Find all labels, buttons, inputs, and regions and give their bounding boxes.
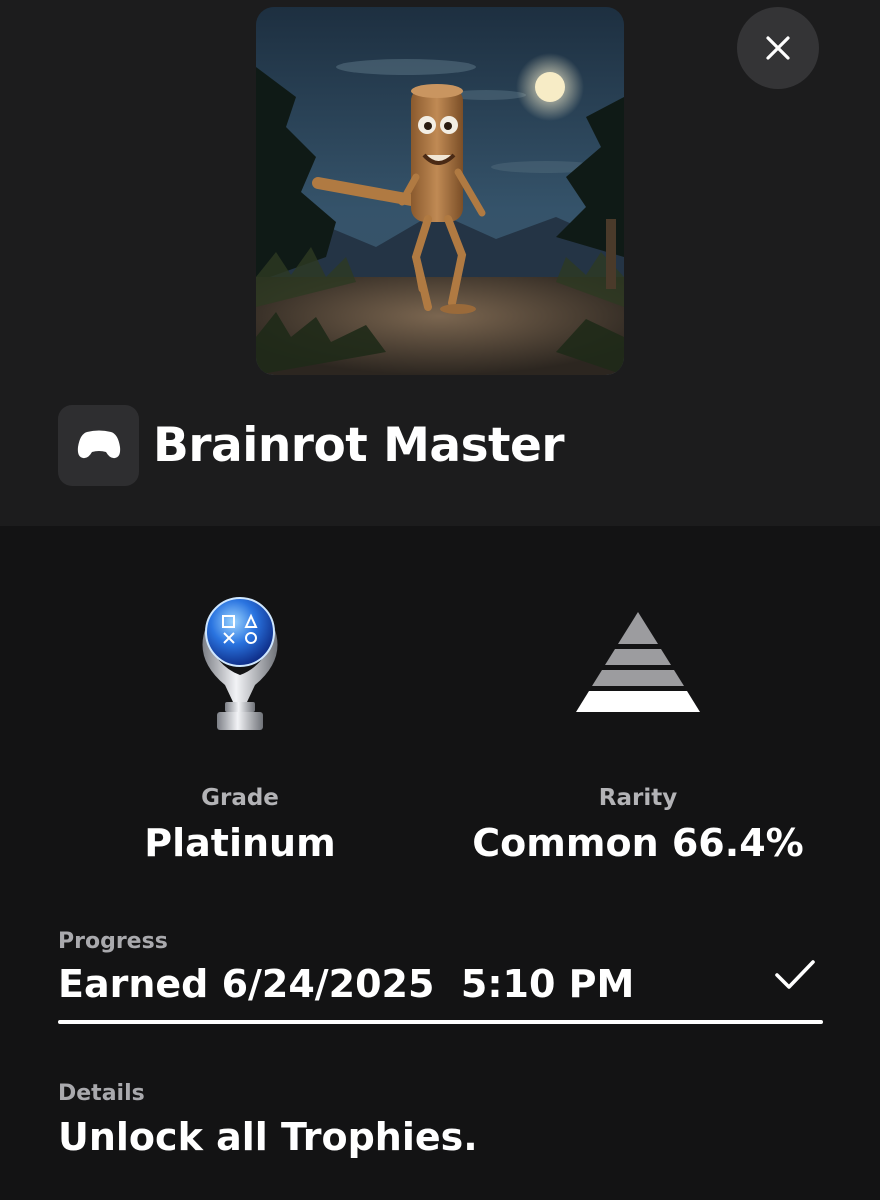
platinum-trophy-icon xyxy=(202,597,278,730)
rarity-pyramid-icon xyxy=(576,611,700,712)
details-label: Details xyxy=(58,1081,145,1106)
grade-value: Platinum xyxy=(144,821,336,865)
trophy-header: Brainrot Master xyxy=(0,0,880,526)
game-icon-tile xyxy=(58,404,139,486)
trophy-title: Brainrot Master xyxy=(153,417,565,473)
progress-bar xyxy=(58,1020,823,1024)
game-artwork xyxy=(256,7,624,375)
details-value: Unlock all Trophies. xyxy=(58,1115,478,1159)
close-button[interactable] xyxy=(737,7,819,89)
progress-value: Earned 6/24/2025 5:10 PM xyxy=(58,962,635,1006)
gamepad-icon xyxy=(77,430,120,459)
trophy-title-row: Brainrot Master xyxy=(58,404,565,486)
trophy-detail-page: Brainrot Master Grade Platinum Rarity Co… xyxy=(0,0,880,1200)
checkmark-icon xyxy=(775,960,815,989)
progress-label: Progress xyxy=(58,929,168,954)
grade-label: Grade xyxy=(201,785,279,811)
rarity-label: Rarity xyxy=(598,785,678,811)
game-artwork-image xyxy=(256,7,624,375)
rarity-stat: Rarity Common 66.4% xyxy=(438,590,838,865)
rarity-value: Common 66.4% xyxy=(472,821,804,865)
grade-stat: Grade Platinum xyxy=(40,590,440,865)
close-icon xyxy=(766,36,790,60)
